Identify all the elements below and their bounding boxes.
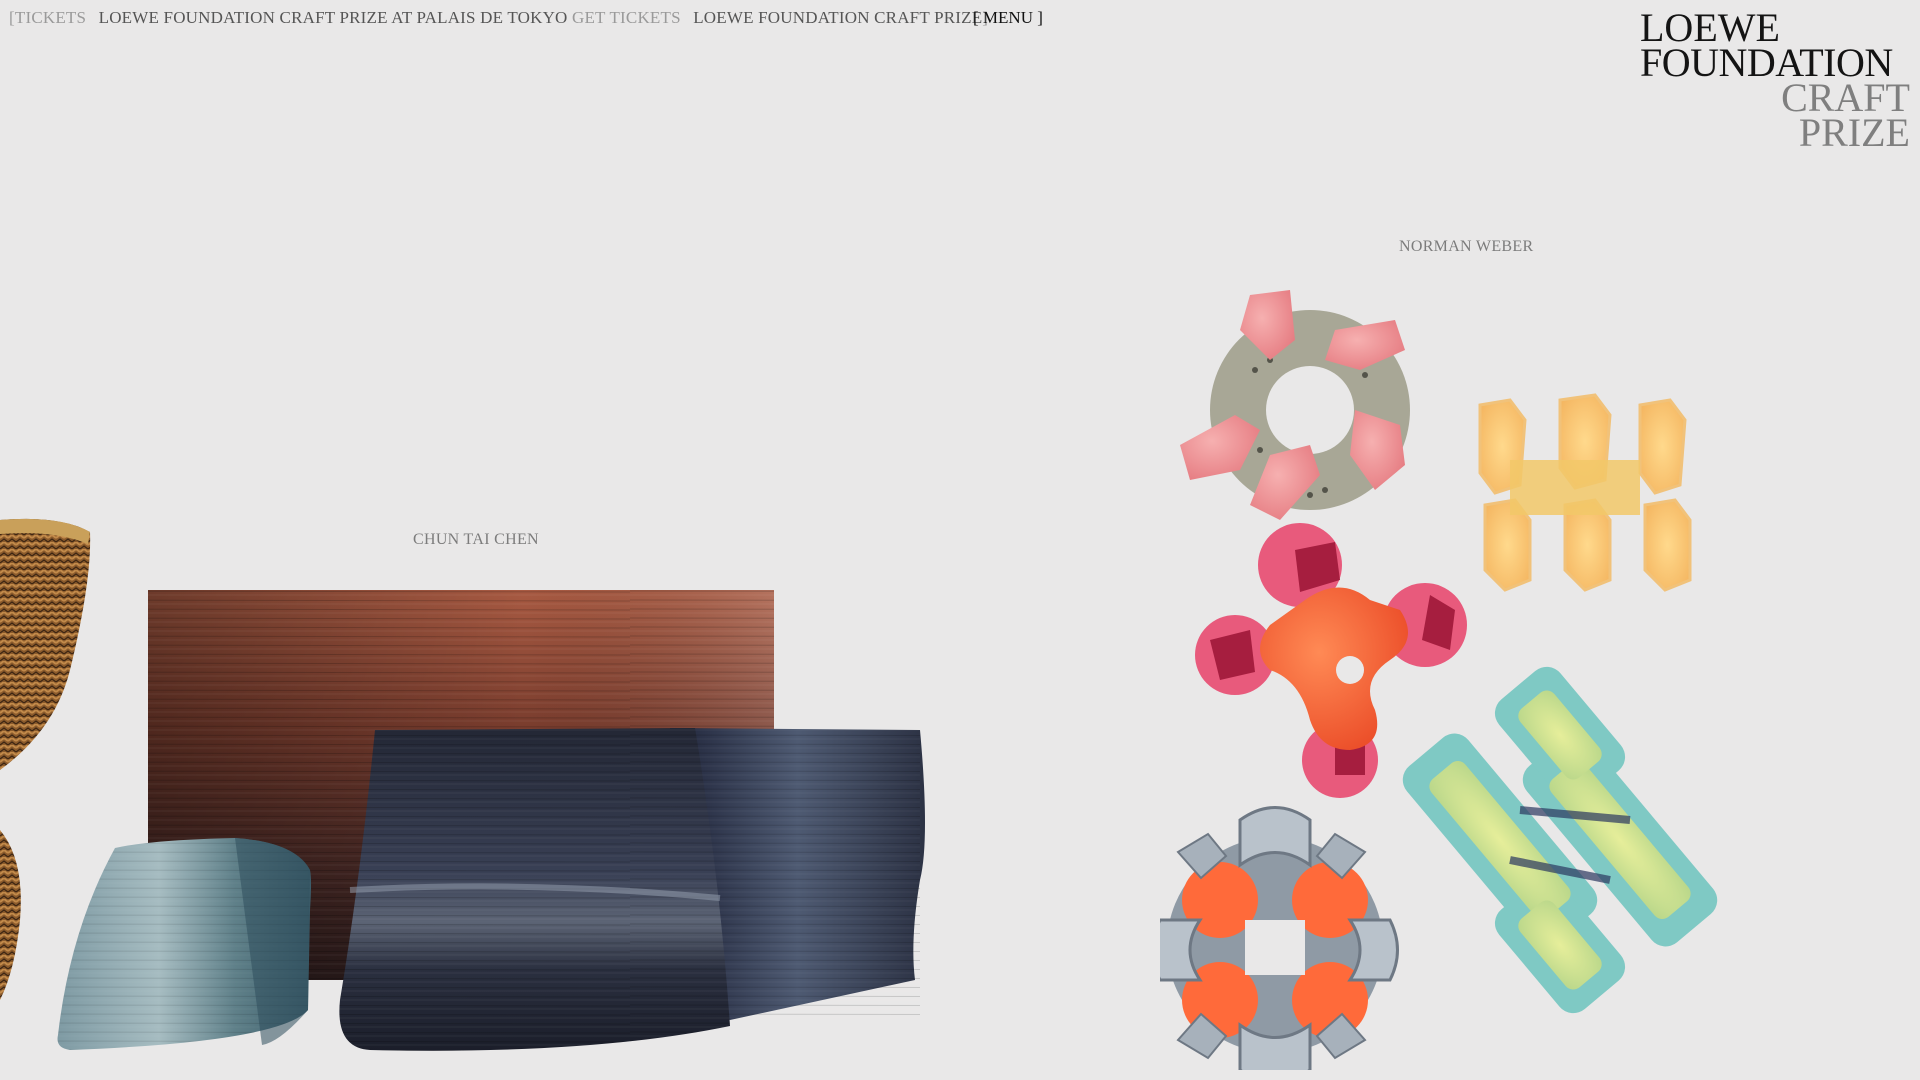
ticker-link-craft-prize[interactable]: LOEWE FOUNDATION CRAFT PRIZE [693, 8, 982, 27]
chun-tai-chen-lacquer-artwork[interactable] [30, 580, 930, 1060]
loewe-foundation-logo[interactable]: LOEWE FOUNDATION CRAFT PRIZE [1630, 8, 1910, 155]
menu-button[interactable]: [ MENU ] [973, 8, 1043, 28]
ticker-link-get-tickets[interactable]: GET TICKETS [572, 8, 681, 27]
norman-weber-sculptures-artwork[interactable] [1160, 280, 1780, 1070]
artist-label-chun-tai-chen[interactable]: CHUN TAI CHEN [413, 531, 539, 549]
artist-label-norman-weber[interactable]: NORMAN WEBER [1399, 238, 1533, 256]
ticker-marquee[interactable]: [TICKETS LOEWE FOUNDATION CRAFT PRIZE AT… [9, 8, 988, 28]
page: [TICKETS LOEWE FOUNDATION CRAFT PRIZE AT… [0, 0, 1920, 1080]
ticker-link-tickets[interactable]: TICKETS [15, 8, 86, 27]
logo-line-prize: PRIZE [1798, 110, 1910, 155]
ticker-link-palais[interactable]: LOEWE FOUNDATION CRAFT PRIZE AT PALAIS D… [99, 8, 568, 27]
